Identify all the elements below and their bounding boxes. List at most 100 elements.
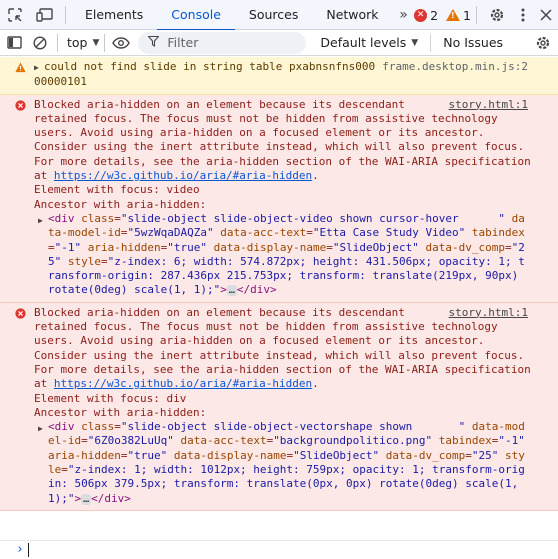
error-text-line: Consider using the inert attribute inste… — [34, 348, 525, 362]
console-prompt[interactable]: › — [0, 540, 558, 558]
focus-element-line: Element with focus: video — [34, 183, 200, 197]
error-text-line: For more details, see the aria-hidden se… — [34, 362, 531, 376]
console-warning-message: frame.desktop.min.js:2 ▶ could not find s… — [0, 57, 558, 95]
prompt-chevron-icon: › — [16, 542, 24, 557]
link-suffix: . — [312, 377, 319, 391]
device-toolbar-icon[interactable] — [30, 0, 60, 30]
error-text-line: retained focus. The focus must not be hi… — [34, 111, 498, 125]
log-levels-dropdown[interactable]: Default levels ▼ — [320, 35, 418, 50]
error-count-badge[interactable]: ✕ 2 — [414, 8, 438, 23]
expand-triangle-icon[interactable]: ▶ — [38, 422, 48, 436]
expand-triangle-icon[interactable]: ▶ — [34, 61, 44, 75]
ancestor-line: Ancestor with aria-hidden: — [34, 197, 207, 211]
aria-spec-link[interactable]: https://w3c.github.io/aria/#aria-hidden — [54, 169, 312, 182]
log-levels-label: Default levels — [320, 35, 407, 50]
message-source-link[interactable]: story.html:1 — [449, 306, 528, 320]
attr-name: tabindex — [438, 434, 492, 448]
toolbar-divider — [104, 33, 106, 52]
attr-name: data-acc-text — [180, 434, 267, 448]
error-count: 2 — [430, 7, 439, 23]
attr-name: class — [81, 211, 115, 225]
dom-element-node[interactable]: ▶ <div class="slide-object slide-object-v… — [34, 420, 528, 506]
error-link-line: at https://w3c.github.io/aria/#aria-hidd… — [34, 169, 528, 183]
attr-value: "slide-object slide-object-video shown c… — [120, 211, 505, 225]
error-text-line: users. Avoid using aria-hidden on a focu… — [34, 334, 485, 348]
attr-value: "SlideObject" — [332, 240, 419, 254]
expand-triangle-icon[interactable]: ▶ — [38, 214, 48, 228]
link-suffix: . — [312, 169, 319, 183]
attr-name: class — [81, 420, 115, 434]
text-cursor — [27, 542, 29, 557]
tab-console[interactable]: Console — [157, 0, 235, 31]
eye-icon[interactable] — [110, 30, 132, 56]
collapsed-children-ellipsis[interactable]: … — [226, 285, 237, 297]
error-icon — [15, 308, 26, 319]
attr-value: "-1" — [498, 434, 525, 448]
attr-name: data-display-name — [173, 448, 287, 462]
context-label: top — [67, 35, 88, 50]
tag-open: <div — [48, 420, 75, 434]
devtools-tab-bar: Elements Console Sources Network » ✕ 2 !… — [0, 0, 558, 31]
filter-input[interactable]: Filter — [138, 31, 307, 54]
toolbar-divider — [476, 6, 477, 24]
tag-close: </div> — [91, 491, 131, 505]
filter-icon — [147, 35, 161, 50]
console-toolbar: top ▼ Filter Default levels ▼ No Issues — [0, 30, 558, 56]
at-prefix: at — [34, 169, 54, 183]
close-icon[interactable] — [534, 0, 558, 30]
attr-value: "true" — [127, 448, 168, 462]
console-settings-gear-icon[interactable] — [528, 30, 558, 56]
console-error-message: story.html:1 Blocked aria-hidden on an e… — [0, 302, 558, 511]
inspect-element-icon[interactable] — [0, 0, 30, 30]
error-text-line: Consider using the inert attribute inste… — [34, 140, 525, 154]
at-prefix: at — [34, 377, 54, 391]
tab-network[interactable]: Network — [312, 0, 392, 30]
warning-text: could not find slide in string table pxa… — [34, 60, 376, 89]
attr-name: tabindex — [471, 226, 525, 240]
attr-name: aria-hidden — [87, 240, 161, 254]
settings-gear-icon[interactable] — [482, 0, 512, 30]
message-source-link[interactable]: frame.desktop.min.js:2 — [382, 60, 528, 74]
attr-value: "SlideObject" — [293, 448, 380, 462]
toolbar-right: ✕ 2 ! 1 — [400, 0, 558, 30]
sidebar-toggle-icon[interactable] — [0, 30, 28, 56]
attr-name: data-dv_comp — [385, 448, 466, 462]
toolbar-divider — [57, 33, 58, 52]
context-selector[interactable]: top ▼ — [67, 35, 99, 50]
attr-value: "backgroundpolitico.png" — [273, 434, 433, 448]
attr-name: style — [67, 254, 101, 268]
attr-value: "z-index: 6; width: 574.872px; height: 4… — [48, 254, 525, 297]
more-options-icon[interactable] — [512, 0, 534, 30]
tag-close: </div> — [236, 283, 277, 297]
error-text-line: For more details, see the aria-hidden se… — [34, 154, 531, 168]
warning-count: 1 — [463, 7, 471, 23]
warning-icon: ! — [446, 9, 461, 21]
tab-sources[interactable]: Sources — [235, 0, 312, 30]
focus-element-line: Element with focus: div — [34, 391, 187, 405]
warning-icon — [15, 62, 26, 73]
tag-open: <div — [48, 211, 75, 225]
ancestor-line: Ancestor with aria-hidden: — [34, 405, 207, 419]
filter-placeholder: Filter — [167, 35, 199, 50]
aria-spec-link[interactable]: https://w3c.github.io/aria/#aria-hidden — [54, 377, 312, 390]
attr-value: "5wzWqaDAQZa" — [127, 226, 214, 240]
attr-value: "6Z0o382LuUq" — [87, 434, 174, 448]
error-icon: ✕ — [414, 8, 428, 22]
chevron-down-icon: ▼ — [411, 37, 419, 48]
attr-value: "true" — [167, 240, 207, 254]
console-output: frame.desktop.min.js:2 ▶ could not find s… — [0, 57, 558, 559]
attr-value: "slide-object slide-object-vectorshape s… — [120, 420, 466, 434]
console-error-message: story.html:1 Blocked aria-hidden on an e… — [0, 94, 558, 303]
collapsed-children-ellipsis[interactable]: … — [81, 493, 92, 505]
tab-elements[interactable]: Elements — [71, 0, 157, 30]
clear-console-icon[interactable] — [28, 30, 52, 56]
chevron-down-icon: ▼ — [92, 37, 100, 48]
dom-element-node[interactable]: ▶ <div class="slide-object slide-object-v… — [34, 212, 528, 298]
toolbar-divider — [65, 5, 66, 24]
message-source-link[interactable]: story.html:1 — [449, 98, 528, 112]
error-text-line: retained focus. The focus must not be hi… — [34, 320, 498, 334]
attr-name: data-dv_comp — [425, 240, 506, 254]
issues-button[interactable]: No Issues — [430, 33, 503, 52]
error-icon — [15, 99, 26, 111]
warning-count-badge[interactable]: ! 1 — [446, 8, 471, 23]
